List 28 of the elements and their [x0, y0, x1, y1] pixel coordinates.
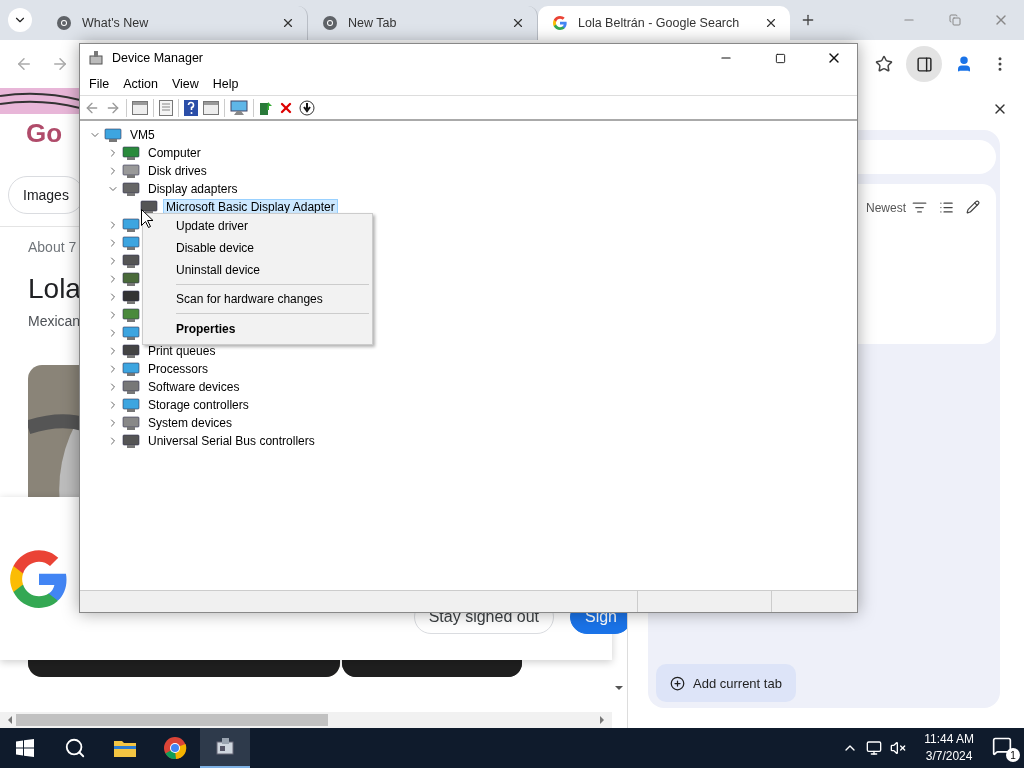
clock[interactable]: 11:44 AM 3/7/2024: [914, 731, 984, 765]
tree-item[interactable]: System devices: [145, 415, 236, 431]
menu-item[interactable]: Action: [116, 76, 165, 91]
tree-item[interactable]: Display adapters: [145, 181, 241, 197]
menu-item[interactable]: Help: [205, 76, 246, 91]
tree-item[interactable]: Processors: [145, 361, 212, 377]
tree-item[interactable]: Storage controllers: [145, 397, 252, 413]
menu-item[interactable]: View: [164, 76, 206, 91]
menu-item[interactable]: Scan for hardware changes: [143, 288, 372, 310]
sort-button[interactable]: Newest: [866, 200, 927, 215]
window-title: Device Manager: [112, 51, 204, 65]
tree-item[interactable]: Universal Serial Bus controllers: [145, 433, 318, 449]
result-count: About 7: [28, 239, 77, 255]
menu-item[interactable]: File: [82, 76, 117, 91]
tree-item[interactable]: Software devices: [145, 379, 243, 395]
tree-item[interactable]: Disk drives: [145, 163, 210, 179]
menu-item[interactable]: Properties: [143, 315, 372, 343]
search-logo[interactable]: Go: [26, 118, 63, 149]
tree-item[interactable]: Print queues: [145, 343, 219, 359]
add-current-tab-button[interactable]: Add current tab: [656, 664, 796, 702]
result-subheading: Mexican: [28, 313, 81, 329]
tree-item[interactable]: VM5: [127, 127, 158, 143]
result-heading: Lola: [28, 273, 81, 305]
notification-badge: 1: [1006, 748, 1020, 762]
menu-item[interactable]: Disable device: [143, 237, 372, 259]
browser-tab[interactable]: Lola Beltrán - Google Search: [538, 6, 790, 40]
menu-item[interactable]: Uninstall device: [143, 259, 372, 281]
tree-item[interactable]: Computer: [145, 145, 204, 161]
